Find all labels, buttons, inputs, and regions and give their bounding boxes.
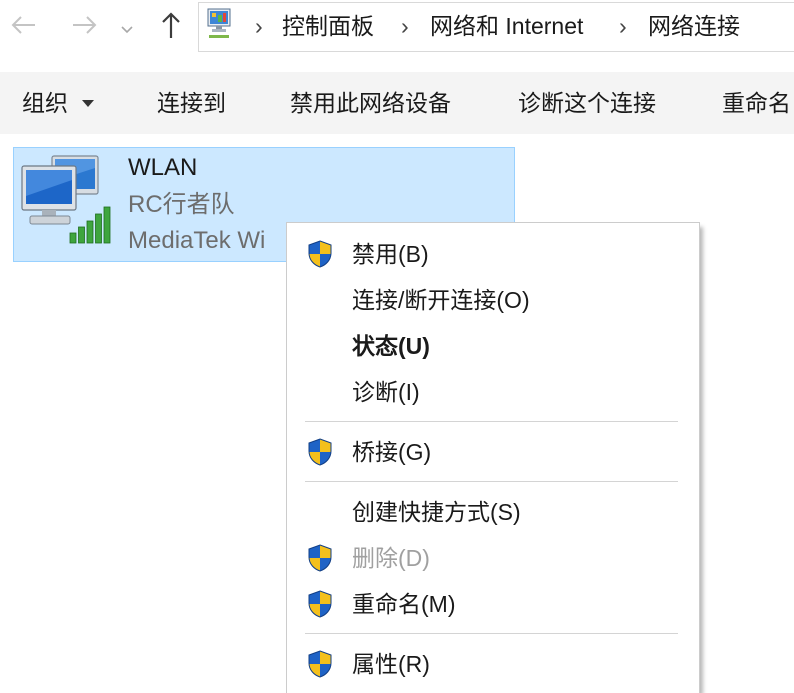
breadcrumb-separator[interactable]: ›	[255, 10, 263, 42]
breadcrumb-separator[interactable]: ›	[619, 10, 627, 42]
breadcrumb-network-internet[interactable]: 网络和 Internet	[430, 10, 583, 42]
uac-shield-icon	[308, 650, 332, 678]
connect-to-button[interactable]: 连接到	[157, 72, 226, 134]
menu-item-delete: 删除(D)	[287, 535, 699, 581]
connection-adapter: MediaTek Wi	[128, 227, 266, 254]
menu-item-label: 删除(D)	[352, 545, 430, 571]
uac-shield-icon	[308, 590, 332, 618]
command-bar: 组织 连接到 禁用此网络设备 诊断这个连接 重命名	[0, 72, 794, 134]
signal-bar	[78, 226, 85, 244]
menu-item-rename[interactable]: 重命名(M)	[287, 581, 699, 627]
organize-label: 组织	[22, 90, 68, 116]
menu-item-label: 属性(R)	[352, 651, 430, 677]
breadcrumb-network-connections[interactable]: 网络连接	[648, 10, 740, 42]
organize-button[interactable]: 组织	[22, 72, 102, 134]
context-menu: 禁用(B) 连接/断开连接(O) 状态(U) 诊断(I) 桥接(G) 创建快捷方…	[286, 222, 700, 693]
chevron-down-icon[interactable]	[119, 17, 135, 44]
wireless-adapter-icon	[18, 152, 112, 246]
caret-down-icon	[81, 99, 95, 108]
menu-item-status[interactable]: 状态(U)	[287, 323, 699, 369]
connection-name: WLAN	[128, 154, 198, 181]
menu-item-label: 诊断(I)	[352, 379, 420, 405]
menu-separator	[287, 475, 699, 489]
control-panel-icon	[205, 6, 233, 46]
menu-item-label: 重命名(M)	[352, 591, 456, 617]
menu-separator	[287, 627, 699, 641]
disable-device-button[interactable]: 禁用此网络设备	[290, 72, 451, 134]
menu-item-label: 禁用(B)	[352, 241, 429, 267]
rename-connection-button[interactable]: 重命名	[722, 72, 791, 134]
menu-item-label: 连接/断开连接(O)	[352, 287, 530, 313]
menu-item-disable[interactable]: 禁用(B)	[287, 231, 699, 277]
arrow-left-icon[interactable]	[8, 10, 38, 46]
menu-item-label: 创建快捷方式(S)	[352, 499, 521, 525]
signal-bar	[86, 220, 94, 244]
diagnose-connection-button[interactable]: 诊断这个连接	[518, 72, 656, 134]
menu-item-diagnose[interactable]: 诊断(I)	[287, 369, 699, 415]
arrow-up-icon[interactable]	[157, 10, 185, 46]
menu-item-bridge[interactable]: 桥接(G)	[287, 429, 699, 475]
connection-network: RC行者队	[128, 191, 235, 218]
signal-bar	[69, 232, 77, 244]
menu-item-properties[interactable]: 属性(R)	[287, 641, 699, 687]
menu-item-label: 桥接(G)	[352, 439, 432, 465]
menu-separator	[287, 415, 699, 429]
arrow-right-icon[interactable]	[70, 10, 100, 46]
breadcrumb-control-panel[interactable]: 控制面板	[282, 10, 374, 42]
breadcrumb-separator[interactable]: ›	[401, 10, 409, 42]
menu-item-connect-disconnect[interactable]: 连接/断开连接(O)	[287, 277, 699, 323]
menu-item-create-shortcut[interactable]: 创建快捷方式(S)	[287, 489, 699, 535]
uac-shield-icon	[308, 438, 332, 466]
uac-shield-icon	[308, 544, 332, 572]
uac-shield-icon	[308, 240, 332, 268]
signal-bar	[103, 206, 111, 244]
menu-item-label: 状态(U)	[352, 333, 430, 359]
signal-bar	[95, 213, 102, 244]
